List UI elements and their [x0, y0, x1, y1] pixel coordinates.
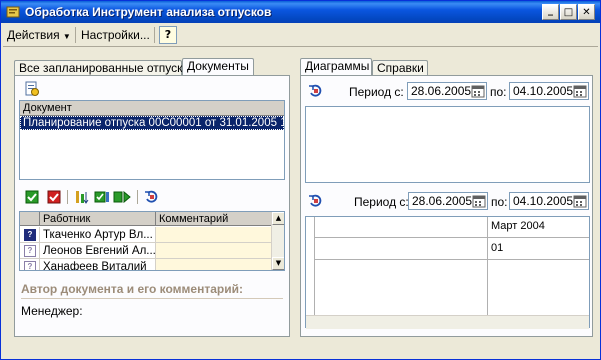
- documents-list-header: Документ: [20, 101, 284, 116]
- period2-from-label: Период с:: [354, 195, 409, 209]
- row-header-strip: [306, 217, 315, 315]
- select-document-button[interactable]: [23, 80, 41, 98]
- tab-references[interactable]: Справки: [372, 60, 428, 76]
- table-row[interactable]: ? Леонов Евгений Ал...: [20, 243, 284, 259]
- menu-bar: Действия ▼ Настройки... ?: [3, 24, 598, 47]
- arrow-right-icon: [113, 190, 131, 204]
- sort-icon: [76, 191, 89, 204]
- documents-list[interactable]: Документ Планирование отпуска 00С00001 о…: [19, 100, 285, 180]
- uncheck-all-button[interactable]: [45, 188, 63, 206]
- check-all-button[interactable]: [23, 188, 41, 206]
- table-row[interactable]: ? Ткаченко Артур Вл...: [20, 227, 284, 243]
- employee-name-cell: Леонов Евгений Ал...: [40, 243, 156, 259]
- window-title: Обработка Инструмент анализа отпусков: [25, 5, 272, 19]
- grid-corner-header: [20, 212, 40, 226]
- menu-separator: [75, 27, 76, 43]
- close-icon: ✕: [582, 6, 591, 18]
- question-icon: ?: [24, 229, 36, 241]
- question-icon: ?: [24, 261, 36, 270]
- period1-from-value: 28.06.2005: [411, 84, 472, 98]
- refresh-chart2-button[interactable]: [307, 192, 325, 210]
- checkbox-red-icon: [47, 190, 61, 204]
- documents-panel: Документ Планирование отпуска 00С00001 о…: [14, 75, 290, 337]
- check-selected-button[interactable]: [93, 188, 111, 206]
- vertical-scrollbar[interactable]: ▲ ▼: [271, 212, 284, 270]
- period1-to-value: 04.10.2005: [513, 84, 574, 98]
- timeline-day-label: 01: [491, 242, 504, 254]
- table-row[interactable]: ? Ханафеев Виталий: [20, 259, 284, 270]
- minimize-button[interactable]: _: [542, 4, 559, 20]
- row-icon-cell: ?: [20, 259, 40, 270]
- period2-from-value: 28.06.2005: [412, 194, 473, 208]
- calendar-icon[interactable]: [471, 84, 485, 98]
- employees-grid[interactable]: Работник Комментарий ? Ткаченко Артур Вл…: [19, 211, 285, 271]
- main-window: Обработка Инструмент анализа отпусков _ …: [0, 0, 601, 360]
- period1-to-label: по:: [490, 85, 507, 99]
- horizontal-scrollbar[interactable]: [306, 315, 589, 329]
- period1-to-input[interactable]: 04.10.2005: [509, 82, 589, 100]
- title-bar[interactable]: Обработка Инструмент анализа отпусков _ …: [1, 1, 600, 23]
- row-icon-cell: ?: [20, 227, 40, 243]
- help-button[interactable]: ?: [159, 26, 177, 44]
- section-divider: [21, 298, 283, 299]
- refresh-icon: [145, 190, 158, 203]
- calendar-icon[interactable]: [573, 84, 587, 98]
- list-item[interactable]: Планирование отпуска 00С00001 от 31.01.2…: [20, 116, 284, 130]
- checkbox-checked-icon: [25, 190, 39, 204]
- period2-to-label: по:: [491, 195, 508, 209]
- actions-menu[interactable]: Действия ▼: [7, 27, 71, 43]
- row-icon-cell: ?: [20, 243, 40, 259]
- period1-from-label: Период с:: [349, 85, 404, 99]
- diagram-chart-area[interactable]: [305, 106, 590, 183]
- period2-to-value: 04.10.2005: [513, 194, 574, 208]
- document-select-icon: [25, 81, 39, 96]
- minimize-icon: _: [548, 4, 553, 16]
- calendar-icon[interactable]: [472, 194, 486, 208]
- maximize-icon: □: [563, 6, 574, 18]
- period2-to-input[interactable]: 04.10.2005: [509, 192, 589, 210]
- manager-label: Менеджер:: [21, 304, 83, 318]
- period1-from-input[interactable]: 28.06.2005: [407, 82, 487, 100]
- move-next-button[interactable]: [113, 188, 131, 206]
- close-button[interactable]: ✕: [578, 4, 595, 20]
- toolbar-separator: [67, 190, 68, 204]
- dropdown-arrow-icon: ▼: [62, 32, 71, 41]
- refresh-icon: [309, 84, 322, 97]
- maximize-button[interactable]: □: [560, 4, 577, 20]
- app-icon: [6, 6, 20, 18]
- period2-from-input[interactable]: 28.06.2005: [408, 192, 488, 210]
- refresh-button[interactable]: [143, 188, 161, 206]
- timeline-gantt-area[interactable]: Март 2004 01: [305, 216, 590, 329]
- menu-separator: [154, 27, 155, 43]
- timeline-column-line: [487, 217, 488, 315]
- actions-menu-label: Действия: [7, 28, 60, 42]
- column-header-employee[interactable]: Работник: [40, 212, 156, 226]
- sort-button[interactable]: [73, 188, 91, 206]
- tab-all-planned-vacations[interactable]: Все запланированные отпуска: [14, 60, 189, 76]
- tab-diagrams[interactable]: Диаграммы: [300, 58, 372, 76]
- author-section-title: Автор документа и его комментарий:: [21, 282, 243, 296]
- check-list-icon: [94, 191, 109, 203]
- question-icon: ?: [24, 245, 36, 257]
- toolbar-separator: [137, 190, 138, 204]
- refresh-chart1-button[interactable]: [307, 82, 325, 100]
- tab-documents[interactable]: Документы: [182, 58, 254, 76]
- settings-menu[interactable]: Настройки...: [81, 27, 150, 43]
- comment-cell[interactable]: [156, 259, 272, 270]
- timeline-month-label: Март 2004: [491, 220, 545, 232]
- diagrams-panel: Период с: 28.06.2005 по: 04.10.2005 Пери…: [300, 75, 593, 337]
- employee-name-cell: Ткаченко Артур Вл...: [40, 227, 156, 243]
- timeline-divider: [314, 259, 589, 260]
- calendar-icon[interactable]: [573, 194, 587, 208]
- scroll-up-icon[interactable]: ▲: [272, 212, 284, 225]
- timeline-divider: [314, 237, 589, 238]
- comment-cell[interactable]: [156, 243, 272, 259]
- comment-cell[interactable]: [156, 227, 272, 243]
- refresh-icon: [309, 194, 322, 207]
- scroll-down-icon[interactable]: ▼: [272, 257, 284, 270]
- employee-name-cell: Ханафеев Виталий: [40, 259, 156, 270]
- column-header-comment[interactable]: Комментарий: [156, 212, 272, 226]
